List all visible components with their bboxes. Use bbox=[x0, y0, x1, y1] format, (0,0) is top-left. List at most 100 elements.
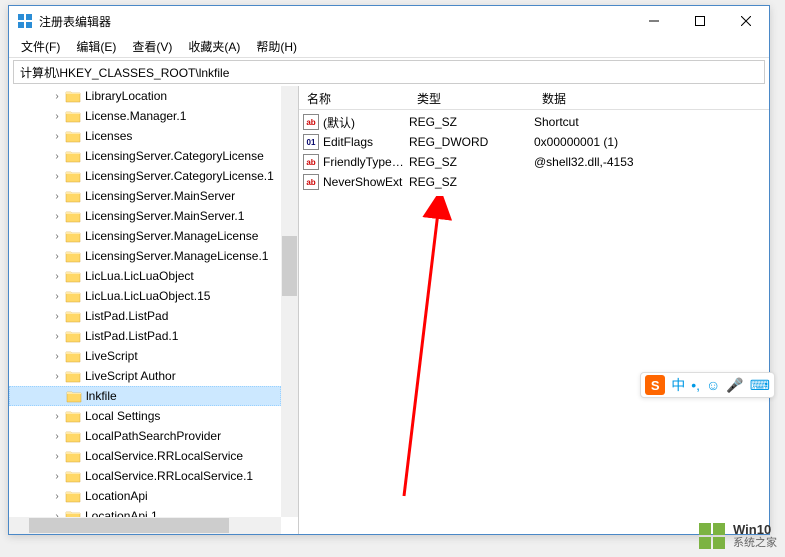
expand-arrow-icon[interactable]: › bbox=[51, 331, 63, 342]
tree-item-license-manager-1[interactable]: › License.Manager.1 bbox=[9, 106, 281, 126]
expand-arrow-icon[interactable]: › bbox=[51, 211, 63, 222]
value-row[interactable]: 01EditFlagsREG_DWORD0x00000001 (1) bbox=[299, 132, 769, 152]
maximize-button[interactable] bbox=[677, 6, 723, 36]
tree-label: Local Settings bbox=[85, 409, 160, 423]
ime-emoji-icon[interactable]: ☺ bbox=[706, 377, 720, 393]
menu-edit[interactable]: 编辑(E) bbox=[68, 36, 124, 57]
tree-label: LicensingServer.ManageLicense bbox=[85, 229, 258, 243]
expand-arrow-icon[interactable]: › bbox=[51, 131, 63, 142]
folder-icon bbox=[65, 169, 81, 183]
tree-item-listpad-listpad-1[interactable]: ›ListPad.ListPad.1 bbox=[9, 326, 281, 346]
expand-arrow-icon[interactable]: › bbox=[51, 91, 63, 102]
expand-arrow-icon[interactable]: › bbox=[51, 111, 63, 122]
folder-icon bbox=[65, 129, 81, 143]
tree-item-local-settings[interactable]: › Local Settings bbox=[9, 406, 281, 426]
value-name: (默认) bbox=[323, 114, 409, 131]
folder-icon bbox=[65, 289, 81, 303]
minimize-button[interactable] bbox=[631, 6, 677, 36]
expand-arrow-icon[interactable]: › bbox=[51, 371, 63, 382]
menu-file[interactable]: 文件(F) bbox=[13, 36, 68, 57]
tree-label: LicLua.LicLuaObject bbox=[85, 269, 194, 283]
ime-mode[interactable]: 中 bbox=[671, 375, 685, 395]
tree-item-licensingserver-managelicense-1[interactable]: ›LicensingServer.ManageLicense.1 bbox=[9, 246, 281, 266]
tree-item-locationapi-1[interactable]: ›LocationApi.1 bbox=[9, 506, 281, 517]
tree-label: LicLua.LicLuaObject.15 bbox=[85, 289, 210, 303]
column-data[interactable]: 数据 bbox=[534, 86, 769, 109]
expand-arrow-icon[interactable]: › bbox=[51, 431, 63, 442]
close-button[interactable] bbox=[723, 6, 769, 36]
value-data: @shell32.dll,-4153 bbox=[534, 155, 769, 169]
tree-label: LocalService.RRLocalService bbox=[85, 449, 243, 463]
tree-item-licensingserver-mainserver-1[interactable]: ›LicensingServer.MainServer.1 bbox=[9, 206, 281, 226]
tree-item-locationapi[interactable]: ›LocationApi bbox=[9, 486, 281, 506]
value-type: REG_SZ bbox=[409, 155, 534, 169]
folder-icon bbox=[65, 89, 81, 103]
expand-arrow-icon[interactable]: › bbox=[51, 231, 63, 242]
scroll-thumb[interactable] bbox=[29, 518, 229, 533]
tree-item-livescript-author[interactable]: ›LiveScript Author bbox=[9, 366, 281, 386]
expand-arrow-icon[interactable]: › bbox=[51, 171, 63, 182]
address-bar[interactable]: 计算机\HKEY_CLASSES_ROOT\lnkfile bbox=[13, 60, 765, 84]
folder-icon bbox=[65, 449, 81, 463]
tree-item-licensingserver-managelicense[interactable]: › LicensingServer.ManageLicense bbox=[9, 226, 281, 246]
tree-item-licenses[interactable]: ›Licenses bbox=[9, 126, 281, 146]
tree-item-librarylocation[interactable]: ›LibraryLocation bbox=[9, 86, 281, 106]
expand-arrow-icon[interactable]: › bbox=[51, 451, 63, 462]
titlebar: 注册表编辑器 bbox=[9, 6, 769, 36]
tree-item-localservice-rrlocalservice[interactable]: › LocalService.RRLocalService bbox=[9, 446, 281, 466]
tree-panel: ›LibraryLocation›License.Manager.1›Licen… bbox=[9, 86, 299, 534]
folder-icon bbox=[65, 469, 81, 483]
folder-icon bbox=[65, 489, 81, 503]
tree-item-licensingserver-mainserver[interactable]: ›LicensingServer.MainServer bbox=[9, 186, 281, 206]
folder-icon bbox=[65, 109, 81, 123]
ime-punct-icon[interactable]: •, bbox=[691, 377, 700, 393]
folder-icon bbox=[65, 429, 81, 443]
folder-icon bbox=[65, 149, 81, 163]
menubar: 文件(F) 编辑(E) 查看(V) 收藏夹(A) 帮助(H) bbox=[9, 36, 769, 58]
tree-label: LicensingServer.CategoryLicense.1 bbox=[85, 169, 274, 183]
value-type-icon: 01 bbox=[303, 134, 319, 150]
expand-arrow-icon[interactable]: › bbox=[51, 271, 63, 282]
folder-icon bbox=[65, 269, 81, 283]
ime-mic-icon[interactable]: 🎤 bbox=[726, 377, 743, 394]
ime-toolbar[interactable]: S 中 •, ☺ 🎤 ⌨ bbox=[640, 372, 775, 398]
tree-item-liclua-licluaobject-15[interactable]: › LicLua.LicLuaObject.15 bbox=[9, 286, 281, 306]
column-type[interactable]: 类型 bbox=[409, 86, 534, 109]
menu-view[interactable]: 查看(V) bbox=[124, 36, 180, 57]
tree-item-localpathsearchprovider[interactable]: ›LocalPathSearchProvider bbox=[9, 426, 281, 446]
tree-item-licensingserver-categorylicense[interactable]: ›LicensingServer.CategoryLicense bbox=[9, 146, 281, 166]
tree-horizontal-scrollbar[interactable] bbox=[9, 517, 281, 534]
scroll-thumb[interactable] bbox=[282, 236, 297, 296]
sogou-logo-icon[interactable]: S bbox=[645, 375, 665, 395]
value-type-icon: ab bbox=[303, 174, 319, 190]
expand-arrow-icon[interactable]: › bbox=[51, 351, 63, 362]
expand-arrow-icon[interactable]: › bbox=[51, 411, 63, 422]
tree-item-listpad-listpad[interactable]: ›ListPad.ListPad bbox=[9, 306, 281, 326]
expand-arrow-icon[interactable]: › bbox=[51, 491, 63, 502]
value-name: FriendlyTypeN... bbox=[323, 155, 409, 169]
tree-item-liclua-licluaobject[interactable]: › LicLua.LicLuaObject bbox=[9, 266, 281, 286]
tree-item-localservice-rrlocalservice-1[interactable]: ›LocalService.RRLocalService.1 bbox=[9, 466, 281, 486]
tree-vertical-scrollbar[interactable] bbox=[281, 86, 298, 517]
tree-item-lnkfile[interactable]: lnkfile bbox=[9, 386, 281, 406]
tree-item-livescript[interactable]: ›LiveScript bbox=[9, 346, 281, 366]
value-row[interactable]: abNeverShowExtREG_SZ bbox=[299, 172, 769, 192]
tree-container[interactable]: ›LibraryLocation›License.Manager.1›Licen… bbox=[9, 86, 281, 517]
tree-label: License.Manager.1 bbox=[85, 109, 186, 123]
expand-arrow-icon[interactable]: › bbox=[51, 291, 63, 302]
ime-keyboard-icon[interactable]: ⌨ bbox=[750, 377, 770, 394]
expand-arrow-icon[interactable]: › bbox=[51, 251, 63, 262]
expand-arrow-icon[interactable]: › bbox=[51, 151, 63, 162]
folder-icon bbox=[65, 329, 81, 343]
app-icon bbox=[17, 13, 33, 29]
expand-arrow-icon[interactable]: › bbox=[51, 311, 63, 322]
menu-favorites[interactable]: 收藏夹(A) bbox=[180, 36, 248, 57]
folder-icon bbox=[65, 209, 81, 223]
menu-help[interactable]: 帮助(H) bbox=[248, 36, 305, 57]
column-name[interactable]: 名称 bbox=[299, 86, 409, 109]
expand-arrow-icon[interactable]: › bbox=[51, 471, 63, 482]
tree-item-licensingserver-categorylicense-1[interactable]: › LicensingServer.CategoryLicense.1 bbox=[9, 166, 281, 186]
value-row[interactable]: ab(默认)REG_SZShortcut bbox=[299, 112, 769, 132]
expand-arrow-icon[interactable]: › bbox=[51, 191, 63, 202]
value-row[interactable]: abFriendlyTypeN...REG_SZ@shell32.dll,-41… bbox=[299, 152, 769, 172]
